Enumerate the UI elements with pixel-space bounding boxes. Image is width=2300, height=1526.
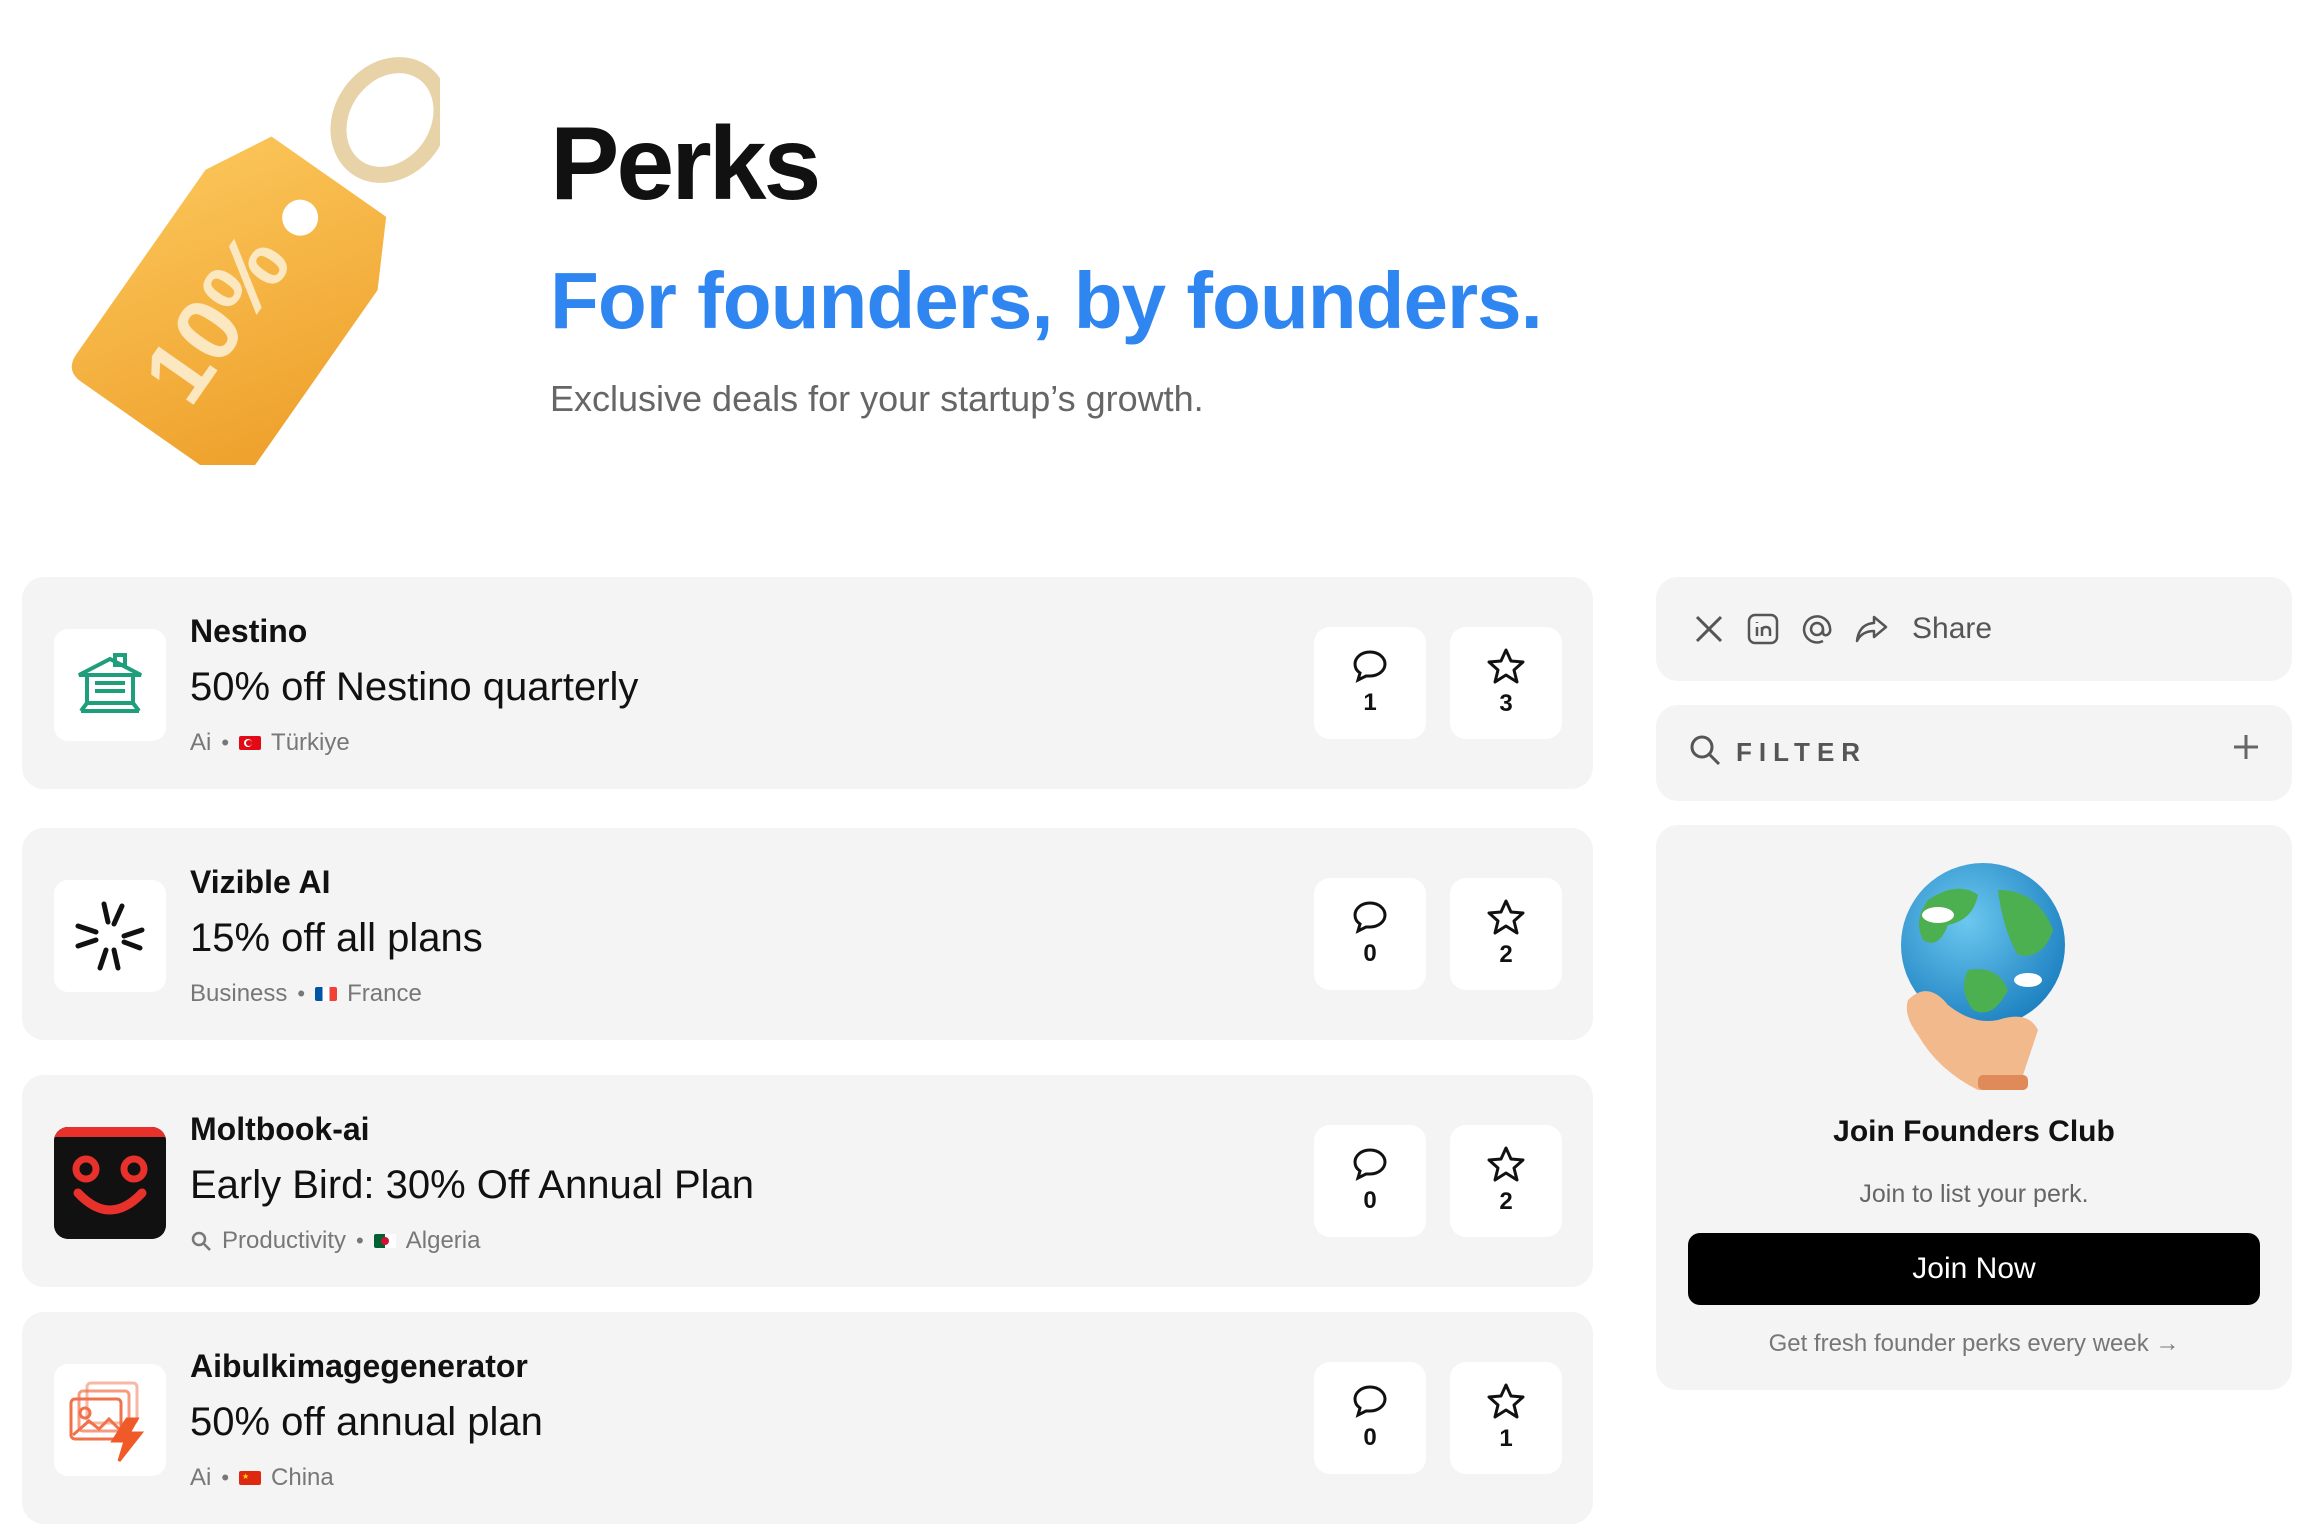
separator-dot: •	[297, 981, 306, 1006]
star-icon	[1487, 648, 1525, 684]
plus-icon[interactable]	[2230, 731, 2262, 763]
star-icon	[1487, 899, 1525, 935]
comment-count: 1	[1363, 689, 1377, 716]
perk-deal[interactable]: 15% off all plans	[190, 916, 483, 961]
filter-bar[interactable]: FILTER	[1656, 705, 2292, 801]
comment-icon	[1353, 650, 1387, 683]
email-at-icon[interactable]	[1800, 612, 1834, 646]
globe-in-hand-icon	[1901, 863, 2065, 1090]
join-now-button[interactable]: Join Now	[1688, 1233, 2260, 1305]
perk-card[interactable]: Aibulkimagegenerator 50% off annual plan…	[22, 1312, 1593, 1524]
separator-dot: •	[221, 730, 230, 755]
perk-category[interactable]: Productivity	[222, 1227, 346, 1255]
comment-button[interactable]: 0	[1314, 1125, 1426, 1237]
perk-card[interactable]: Vizible AI 15% off all plans Business • …	[22, 828, 1593, 1040]
club-title: Join Founders Club	[1833, 1115, 2115, 1148]
algeria-flag-icon	[373, 1234, 396, 1248]
comment-icon	[1353, 901, 1387, 934]
star-button[interactable]: 1	[1450, 1362, 1562, 1474]
share-bar: Share	[1656, 577, 2292, 681]
separator-dot: •	[356, 1228, 364, 1253]
house-icon	[78, 653, 142, 713]
turkey-flag-icon	[239, 736, 262, 750]
perk-meta: Ai • Türkiye	[190, 729, 350, 757]
image-bolt-icon	[69, 1381, 145, 1462]
founders-club-card: Join Founders Club Join to list your per…	[1656, 825, 2292, 1390]
comment-icon	[1353, 1148, 1387, 1181]
smiley-face-icon	[54, 1127, 166, 1239]
perk-category[interactable]: Business	[190, 980, 287, 1008]
search-icon	[191, 1231, 211, 1251]
comment-button[interactable]: 0	[1314, 1362, 1426, 1474]
perk-meta: Business • France	[190, 980, 422, 1008]
perk-card[interactable]: Nestino 50% off Nestino quarterly Ai • T…	[22, 577, 1593, 789]
page-title: Perks	[550, 106, 821, 222]
china-flag-icon: ★	[239, 1471, 262, 1485]
star-count: 3	[1499, 690, 1513, 717]
perk-logo	[54, 629, 166, 741]
star-count: 1	[1499, 1425, 1513, 1452]
perk-logo	[54, 880, 166, 992]
perk-deal[interactable]: 50% off Nestino quarterly	[190, 665, 638, 710]
comment-count: 0	[1363, 1187, 1377, 1214]
sparkle-burst-icon	[75, 901, 145, 971]
search-icon	[1690, 735, 1721, 766]
perk-category[interactable]: Ai	[190, 729, 211, 757]
perk-name[interactable]: Vizible AI	[190, 864, 330, 901]
club-subtitle: Join to list your perk.	[1859, 1180, 2089, 1208]
linkedin-icon[interactable]	[1746, 612, 1780, 646]
perk-logo	[54, 1127, 166, 1239]
discount-tag-icon: 10%	[71, 57, 440, 465]
star-icon	[1487, 1383, 1525, 1419]
star-button[interactable]: 2	[1450, 878, 1562, 990]
star-button[interactable]: 2	[1450, 1125, 1562, 1237]
separator-dot: •	[221, 1465, 230, 1490]
perk-name[interactable]: Nestino	[190, 613, 307, 650]
comment-icon	[1353, 1385, 1387, 1418]
perk-card[interactable]: Moltbook-ai Early Bird: 30% Off Annual P…	[22, 1075, 1593, 1287]
filter-label[interactable]: FILTER	[1736, 737, 1867, 768]
perk-country[interactable]: China	[271, 1464, 334, 1492]
share-button[interactable]: Share	[1912, 612, 1992, 646]
perk-country[interactable]: Algeria	[406, 1227, 481, 1255]
comment-count: 0	[1363, 1424, 1377, 1451]
page-tagline: For founders, by founders.	[550, 256, 1543, 345]
share-arrow-icon[interactable]	[1854, 612, 1888, 646]
perks-page: 10% Perks For founders, by founders. Exc…	[0, 0, 2300, 1526]
perk-country[interactable]: Türkiye	[271, 729, 350, 757]
x-twitter-icon[interactable]	[1692, 612, 1726, 646]
perk-meta: Productivity • Algeria	[190, 1227, 480, 1255]
perk-meta: Ai • ★ China	[190, 1464, 334, 1492]
comment-button[interactable]: 0	[1314, 878, 1426, 990]
page-subtitle: Exclusive deals for your startup’s growt…	[550, 378, 1204, 419]
france-flag-icon	[315, 987, 338, 1001]
star-count: 2	[1499, 1188, 1513, 1215]
star-count: 2	[1499, 941, 1513, 968]
comment-button[interactable]: 1	[1314, 627, 1426, 739]
perk-logo	[54, 1364, 166, 1476]
perk-name[interactable]: Moltbook-ai	[190, 1111, 370, 1148]
perk-category[interactable]: Ai	[190, 1464, 211, 1492]
comment-count: 0	[1363, 940, 1377, 967]
perk-deal[interactable]: 50% off annual plan	[190, 1400, 543, 1445]
perk-name[interactable]: Aibulkimagegenerator	[190, 1348, 528, 1385]
perk-country[interactable]: France	[347, 980, 422, 1008]
star-button[interactable]: 3	[1450, 627, 1562, 739]
star-icon	[1487, 1146, 1525, 1182]
weekly-perks-link[interactable]: Get fresh founder perks every week →	[1656, 1330, 2292, 1358]
perk-deal[interactable]: Early Bird: 30% Off Annual Plan	[190, 1163, 754, 1208]
